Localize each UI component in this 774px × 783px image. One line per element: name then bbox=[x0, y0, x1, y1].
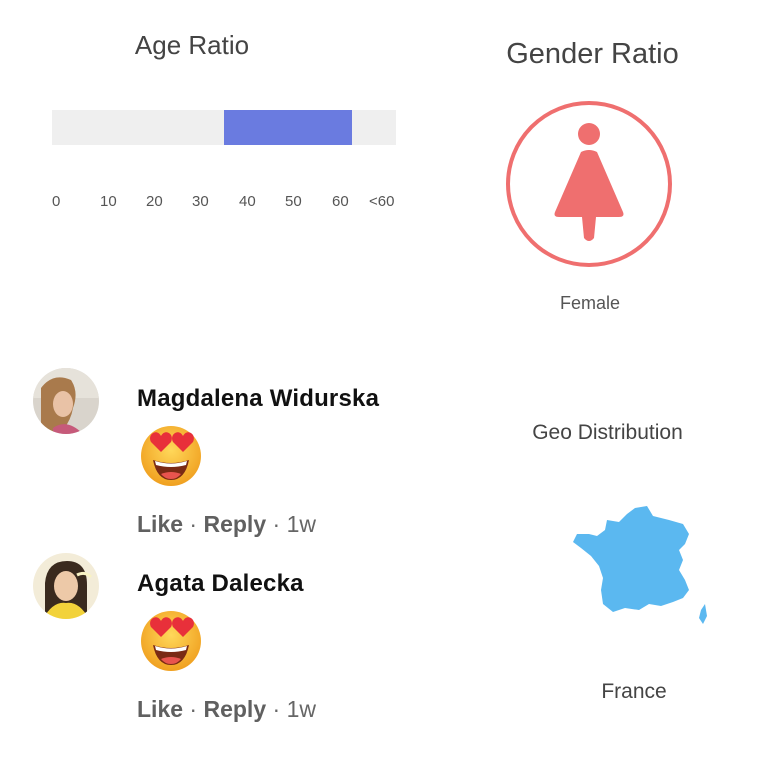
comment-actions: Like · Reply · 1w bbox=[137, 511, 316, 538]
like-link[interactable]: Like bbox=[137, 696, 183, 722]
age-tick: 0 bbox=[52, 193, 61, 210]
reply-link[interactable]: Reply bbox=[203, 511, 266, 537]
age-tick: 50 bbox=[285, 193, 302, 210]
comment-author[interactable]: Agata Dalecka bbox=[137, 570, 304, 598]
gender-label: Female bbox=[559, 293, 621, 313]
geo-distribution-title: Geo Distribution bbox=[532, 421, 683, 444]
age-tick: <60 bbox=[369, 193, 395, 210]
reply-link[interactable]: Reply bbox=[203, 696, 266, 722]
avatar[interactable] bbox=[33, 553, 99, 619]
female-icon bbox=[506, 101, 672, 267]
age-range-bar bbox=[52, 110, 396, 145]
like-link[interactable]: Like bbox=[137, 511, 183, 537]
gender-ratio-title: Gender Ratio bbox=[506, 38, 679, 70]
heart-eyes-emoji bbox=[141, 611, 201, 671]
age-tick: 40 bbox=[239, 193, 256, 210]
comment-time[interactable]: 1w bbox=[287, 511, 316, 537]
age-tick: 20 bbox=[146, 193, 163, 210]
separator: · bbox=[189, 511, 198, 537]
age-tick: 10 bbox=[100, 193, 117, 210]
age-ratio-title: Age Ratio bbox=[134, 30, 250, 60]
age-tick: 60 bbox=[332, 193, 349, 210]
separator: · bbox=[272, 696, 281, 722]
avatar-photo bbox=[33, 553, 99, 619]
france-map-icon bbox=[573, 506, 707, 624]
avatar[interactable] bbox=[33, 368, 99, 434]
age-axis: 0 10 20 30 40 50 60 <60 bbox=[52, 193, 402, 213]
separator: · bbox=[189, 696, 198, 722]
geo-country-label: France bbox=[601, 680, 667, 703]
comment-time[interactable]: 1w bbox=[287, 696, 316, 722]
age-tick: 30 bbox=[192, 193, 209, 210]
age-range-fill bbox=[224, 110, 352, 145]
comment-actions: Like · Reply · 1w bbox=[137, 696, 316, 723]
separator: · bbox=[272, 511, 281, 537]
heart-eyes-emoji bbox=[141, 426, 201, 486]
avatar-photo bbox=[33, 368, 99, 434]
comment-author[interactable]: Magdalena Widurska bbox=[137, 385, 379, 413]
